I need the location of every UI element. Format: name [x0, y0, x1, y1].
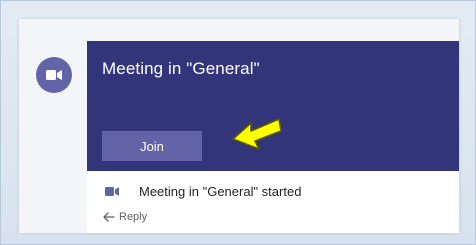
reply-link[interactable]: Reply	[103, 211, 147, 223]
meeting-title: Meeting in "General"	[102, 59, 260, 78]
yellow-arrow-icon	[232, 118, 282, 150]
join-button[interactable]: Join	[102, 131, 202, 161]
meeting-avatar	[36, 57, 72, 93]
reply-label: Reply	[119, 211, 148, 223]
reply-arrow-icon	[103, 212, 115, 222]
meeting-started-message: Meeting in "General" started	[105, 183, 301, 199]
video-camera-icon	[46, 70, 62, 80]
screenshot-frame: Meeting in "General" Join Meeting in "Ge…	[0, 0, 476, 245]
message-text: Meeting in "General" started	[139, 183, 302, 199]
message-thread: Meeting in "General" started Reply	[87, 171, 459, 233]
video-camera-icon	[105, 186, 119, 196]
